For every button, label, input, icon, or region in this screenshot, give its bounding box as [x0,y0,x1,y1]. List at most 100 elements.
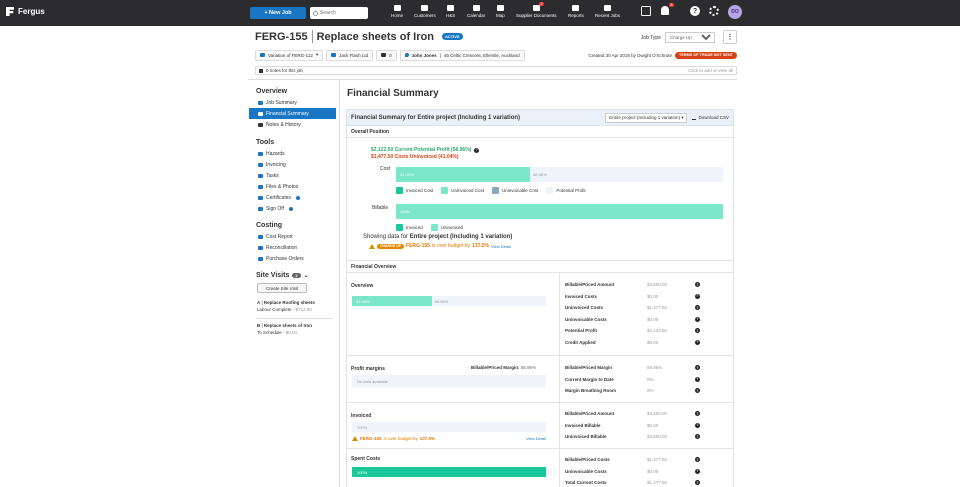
brand[interactable]: Fergus [6,7,45,16]
help-icon[interactable]: ? [695,388,700,394]
help-icon[interactable]: ? [695,422,700,428]
showing-scope: Entire project (Including 1 variation) [409,234,513,240]
nav-label: H&S [446,13,456,18]
overview-values: Billable/Priced Amount $3,600.00? Invoice… [565,279,725,348]
nav-map[interactable]: Map [496,5,505,18]
new-job-button[interactable]: + New Job [250,7,306,19]
search-input[interactable] [320,10,366,16]
sidebar-item-notes-history[interactable]: Notes & History [249,119,336,130]
help-icon[interactable]: ? [695,376,700,382]
settings-button[interactable] [709,6,719,16]
site-visits-heading[interactable]: Site Visits 2 ⌄ [256,272,336,279]
download-csv-button[interactable]: Download CSV [692,115,729,120]
help-icon[interactable]: ? [695,457,700,463]
scope-value: Entire project (Including 1 variation) [609,115,680,120]
costing-heading: Costing [256,222,283,229]
job-type-label: Job Type [640,34,661,41]
sidebar-item-job-summary[interactable]: Job Summary [249,97,336,108]
sidebar-item-tasks[interactable]: Tasks [249,170,336,181]
sidebar-item-purchase-orders[interactable]: Purchase Orders [249,253,336,264]
value-row: Billable/Priced Costs $1,477.50? [565,457,700,463]
legend-item: Invoiced [396,224,423,231]
invoiced-values: Billable/Priced Amount $3,600.00? Invoice… [565,408,725,443]
help-icon[interactable]: ? [695,305,700,311]
nav-recent-jobs[interactable]: Recent Jobs [595,5,620,18]
legend-item: Invoiced Cost [396,187,433,194]
warn-text: is over budget by [431,243,471,249]
invoiced-section: Invoiced 100% FERG-155 is over budget by… [347,403,733,449]
brand-name: Fergus [18,7,45,16]
sidebar-item-cost-report[interactable]: Cost Report [249,231,336,242]
legend-swatch [396,187,403,194]
costs-summary: $1,477.50 Costs Uninvoiced (41.04%) [371,154,459,160]
sidebar-item-label: Certificates [266,194,292,201]
download-icon [692,116,697,120]
calendar-icon [472,5,480,11]
no-data-placeholder: No data available [352,375,546,387]
spent-costs-bar: 100% [352,467,546,477]
legend-swatch [546,187,554,194]
reports-icon [572,5,580,11]
view-detail-link[interactable]: View Detail [491,244,511,249]
scope-select[interactable]: Entire project (Including 1 variation) ▾ [605,112,688,123]
help-icon[interactable]: ? [695,468,700,474]
sidebar-item-financial-summary[interactable]: Financial Summary [249,108,336,119]
spent-costs-section: Spent Costs 100% Billable/Priced Costs $1… [347,449,733,487]
value-row: Potential Profit $2,122.50? [565,328,700,334]
fergus-logo-icon [6,7,14,16]
nav-label: Calendar [467,13,486,18]
nav-home[interactable]: Home [391,5,403,18]
create-site-visit-button[interactable]: Create Site Visit [257,283,307,293]
help-icon[interactable]: ? [695,480,700,486]
site-visit-a[interactable]: A | Replace Roofing sheets Labour Comple… [257,299,336,313]
user-menu[interactable]: DO [728,5,742,19]
terms-of-trade-badge[interactable]: TERMS OF TRADE NOT SENT [675,51,737,59]
view-detail-link[interactable]: View Detail [526,436,546,441]
warn-job: FERG-155 [406,243,430,249]
title-divider [311,30,313,43]
help-icon[interactable]: ? [695,328,700,334]
customer-icon [331,53,337,57]
nav-hs[interactable]: H&S [446,5,455,18]
more-actions-button[interactable]: ⋮ [723,30,737,44]
sidebar-item-files-photos[interactable]: Files & Photos [249,181,336,192]
help-icon[interactable]: ? [695,316,700,322]
nav-reports[interactable]: Reports [568,5,584,18]
job-number: FERG-155 [255,30,308,43]
nav-calendar[interactable]: Calendar [467,5,485,18]
value-row: Billable/Priced Amount $3,600.00? [565,282,700,288]
search-box[interactable] [310,7,368,19]
nav-supplier-documents[interactable]: 1 Supplier Documents [516,2,557,18]
value-row: Uninvoiced Billable $3,600.00? [565,434,700,440]
variation-chip[interactable]: Variation of FERG-112 ▾ [255,49,324,61]
help-icon[interactable]: ? [695,293,700,299]
help-icon[interactable]: ? [695,339,700,345]
value-row: Credit Applied $0.00? [565,339,700,345]
sidebar-item-reconciliation[interactable]: Reconciliation [249,242,336,253]
documents-chip[interactable]: 0 [376,49,397,61]
job-type-select[interactable]: Charge Up [665,32,715,43]
help-icon[interactable]: ? [695,365,700,371]
site-visit-b[interactable]: B | Replace sheets of Iron To Schedule ·… [257,322,336,336]
help-icon[interactable]: ? [695,411,700,417]
customer-chip[interactable]: Jack Flash Ltd [326,49,374,61]
checklist-button[interactable] [641,6,651,16]
nav-customers[interactable]: Customers [414,5,436,18]
charge-up-badge: CHARGE UP [377,243,405,249]
help-icon[interactable]: ? [695,282,700,288]
help-icon[interactable]: ? [474,147,480,153]
checklist-icon [641,6,651,16]
sidebar-item-label: Hazards [266,150,285,157]
sidebar-item-certificates[interactable]: Certificates [249,192,336,203]
sidebar-item-hazards[interactable]: Hazards [249,148,336,159]
notifications-button[interactable]: 5 [661,3,674,15]
sidebar-item-sign-off[interactable]: Sign Off [249,203,336,214]
site-chip[interactable]: John Jones | 45 Celtic Crescent, Ellerslie… [399,49,525,61]
help-icon[interactable]: ? [695,434,700,440]
sidebar: Overview Job Summary Financial Summary N… [249,88,336,336]
help-button[interactable]: ? [690,6,700,16]
sidebar-item-invoicing[interactable]: Invoicing [249,159,336,170]
legend-label: Potential Profit [556,188,586,193]
legend-item: Uninvoiced Cost [441,187,484,194]
notes-bar[interactable]: 0 notes for this job Click to add or view… [255,66,737,75]
